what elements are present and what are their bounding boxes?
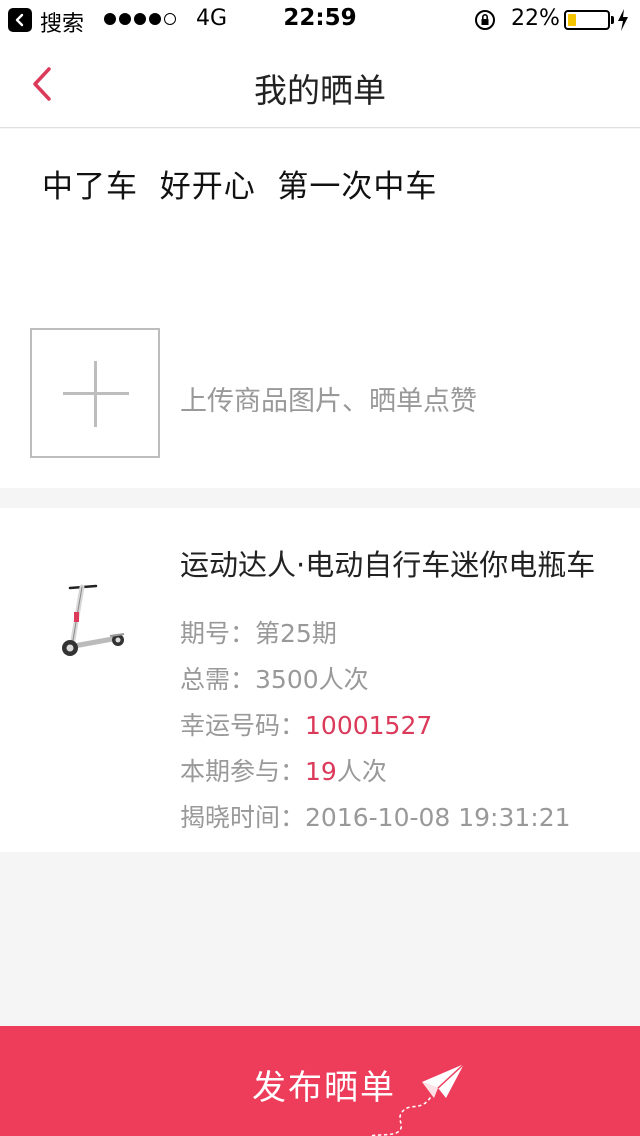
- lucky-number-label: 幸运号码：: [180, 711, 306, 740]
- post-editor: 中了车 好开心 第一次中车 上传商品图片、晒单点赞: [0, 129, 640, 488]
- post-text-input[interactable]: 中了车 好开心 第一次中车: [42, 161, 602, 206]
- period-value: 第25期: [255, 619, 337, 648]
- participation-suffix: 人次: [336, 757, 387, 786]
- product-card: 运动达人·电动自行车迷你电瓶车 期号：第25期 总需：3500人次 幸运号码：1…: [0, 508, 640, 852]
- battery-level-fill: [568, 14, 576, 26]
- product-title[interactable]: 运动达人·电动自行车迷你电瓶车: [180, 542, 595, 584]
- total-row: 总需：3500人次: [180, 660, 369, 696]
- page-title: 我的晒单: [254, 71, 386, 110]
- paper-plane-icon: [369, 1063, 465, 1136]
- electric-scooter-image: [62, 584, 125, 656]
- reveal-time-row: 揭晓时间：2016-10-08 19:31:21: [180, 798, 571, 834]
- reveal-time-value: 2016-10-08 19:31:21: [305, 803, 571, 832]
- period-row: 期号：第25期: [180, 614, 337, 650]
- period-label: 期号：: [180, 619, 256, 648]
- total-value: 3500人次: [255, 665, 369, 694]
- upload-image-button[interactable]: [30, 328, 160, 458]
- charging-bolt-icon: [618, 9, 628, 31]
- participation-row: 本期参与：19人次: [180, 752, 387, 788]
- status-bar: 搜索 4G 22:59 22%: [0, 0, 640, 40]
- battery-icon: [564, 10, 610, 30]
- navigation-bar: 我的晒单: [0, 40, 640, 128]
- battery-tip: [611, 16, 614, 24]
- plus-icon-vertical: [94, 361, 97, 427]
- lucky-number-value: 10001527: [305, 711, 433, 740]
- lucky-number-row: 幸运号码：10001527: [180, 706, 432, 742]
- battery-percent: 22%: [511, 6, 560, 31]
- reveal-time-label: 揭晓时间：: [180, 803, 306, 832]
- publish-button[interactable]: 发布晒单: [0, 1026, 640, 1136]
- participation-value: 19: [305, 757, 337, 786]
- upload-hint: 上传商品图片、晒单点赞: [180, 386, 477, 417]
- rotation-lock-icon: [475, 10, 495, 30]
- total-label: 总需：: [180, 665, 256, 694]
- participation-label: 本期参与：: [180, 757, 306, 786]
